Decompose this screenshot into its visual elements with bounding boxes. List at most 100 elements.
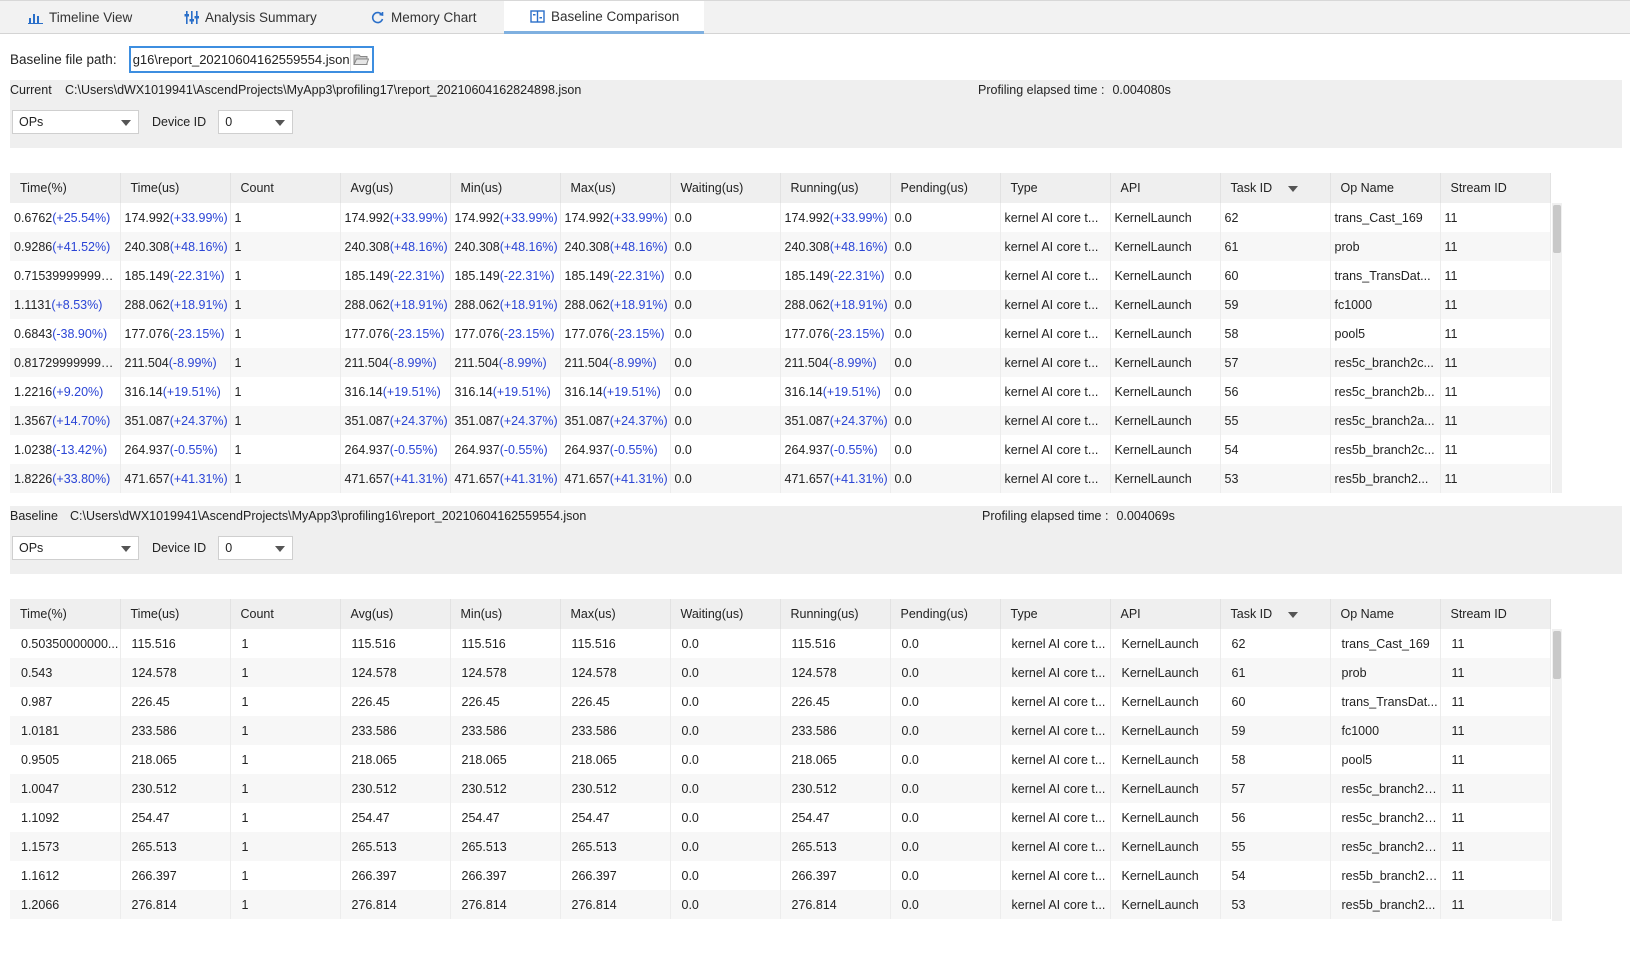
cell-value: kernel AI core t... (1004, 471, 1099, 486)
cell-value: 177.076 (454, 326, 500, 341)
baseline-path-line: Baseline C:\Users\dWX1019941\AscendProjec… (10, 506, 586, 526)
column-header-avg-us[interactable]: Avg(us) (340, 173, 451, 203)
cell-value: 61 (1224, 239, 1239, 254)
column-header-type[interactable]: Type (1000, 599, 1111, 629)
cell-value: 288.062 (124, 297, 170, 312)
column-header-task-id[interactable]: Task ID (1220, 599, 1331, 629)
column-header-stream-id[interactable]: Stream ID (1440, 599, 1551, 629)
table-row[interactable]: 1.2066 276.814 1 276.814 276.814 276.814 0.0 27… (10, 890, 1551, 919)
column-header-count[interactable]: Count (230, 173, 341, 203)
column-header-min-us[interactable]: Min(us) (450, 599, 561, 629)
table-row[interactable]: 0.9505 218.065 1 218.065 218.065 218.065 0.0 21… (10, 745, 1551, 774)
current-path-line: Current C:\Users\dWX1019941\AscendProject… (10, 80, 581, 100)
column-header-stream-id[interactable]: Stream ID (1440, 173, 1551, 203)
table-cell-min-us: 233.586 (450, 716, 561, 745)
column-header-label: Count (240, 607, 274, 621)
table-cell-time: 0.9505 (10, 745, 121, 774)
table-cell-op-name: pool5 (1330, 319, 1441, 348)
sort-descending-icon[interactable] (1288, 611, 1299, 618)
table-row[interactable]: 1.3567(+14.70%) 351.087(+24.37%) 1 351.087(… (10, 406, 1551, 435)
column-header-op-name[interactable]: Op Name (1330, 173, 1441, 203)
table-cell-running-us: 351.087(+24.37%) (780, 406, 891, 435)
cell-value: 0.6843 (14, 326, 53, 341)
table-row[interactable]: 0.987 226.45 1 226.45 226.45 226.45 0.0 226.45 0… (10, 687, 1551, 716)
table-cell-count: 1 (230, 774, 341, 803)
table-cell-waiting-us: 0.0 (670, 716, 781, 745)
column-header-type[interactable]: Type (1000, 173, 1111, 203)
table-row[interactable]: 1.0181 233.586 1 233.586 233.586 233.586 0.0 23… (10, 716, 1551, 745)
cell-delta: (+24.37%) (389, 413, 448, 428)
tab-timeline-view[interactable]: Timeline View (0, 1, 160, 34)
table-row[interactable]: 1.0238(-13.42%) 264.937(-0.55%) 1 264.937(-… (10, 435, 1551, 464)
column-header-pending-us[interactable]: Pending(us) (890, 173, 1001, 203)
table-row[interactable]: 0.6762(+25.54%) 174.992(+33.99%) 1 174.992(… (10, 203, 1551, 232)
baseline-filter-select[interactable]: OPs (12, 536, 139, 560)
table-row[interactable]: 0.7153999999999999(-22.31%)185.149(-22.3… (10, 261, 1551, 290)
table-cell-time-us: 316.14(+19.51%) (120, 377, 231, 406)
column-header-waiting-us[interactable]: Waiting(us) (670, 173, 781, 203)
table-cell-waiting-us: 0.0 (670, 290, 781, 319)
cell-value: 55 (1224, 413, 1239, 428)
baseline-device-select[interactable]: 0 (218, 536, 294, 560)
table-cell-stream-id: 11 (1440, 716, 1551, 745)
column-header-waiting-us[interactable]: Waiting(us) (670, 599, 781, 629)
table-cell-avg-us: 115.516 (340, 629, 451, 658)
cell-value: KernelLaunch (1114, 326, 1192, 341)
table-row[interactable]: 1.1131(+8.53%) 288.062(+18.91%) 1 288.062(+… (10, 290, 1551, 319)
column-header-api[interactable]: API (1110, 599, 1221, 629)
table-row[interactable]: 0.9286(+41.52%) 240.308(+48.16%) 1 240.308(… (10, 232, 1551, 261)
table-cell-type: kernel AI core t... (1000, 203, 1111, 232)
table-row[interactable]: 1.1573 265.513 1 265.513 265.513 265.513 0.0 26… (10, 832, 1551, 861)
table-cell-max-us: 218.065 (560, 745, 671, 774)
cell-value: kernel AI core t... (1004, 413, 1099, 428)
table-row[interactable]: 0.6843(-38.90%) 177.076(-23.15%) 1 177.076(… (10, 319, 1551, 348)
table-row[interactable]: 1.2216(+9.20%) 316.14(+19.51%) 1 316.14(+19… (10, 377, 1551, 406)
column-header-running-us[interactable]: Running(us) (780, 599, 891, 629)
column-header-max-us[interactable]: Max(us) (560, 599, 671, 629)
tab-memory-chart[interactable]: Memory Chart (360, 1, 504, 34)
baseline-scrollbar[interactable] (1552, 629, 1562, 921)
column-header-min-us[interactable]: Min(us) (450, 173, 561, 203)
column-header-time[interactable]: Time(%) (10, 599, 121, 629)
column-header-op-name[interactable]: Op Name (1330, 599, 1441, 629)
tab-baseline-comparison[interactable]: Baseline Comparison (504, 1, 704, 34)
table-row[interactable]: 0.8172999999999999(-8.99%)211.504(-8.99%… (10, 348, 1551, 377)
current-scrollbar[interactable] (1552, 203, 1562, 493)
column-header-running-us[interactable]: Running(us) (780, 173, 891, 203)
column-header-count[interactable]: Count (230, 599, 341, 629)
column-header-pending-us[interactable]: Pending(us) (890, 599, 1001, 629)
cell-delta: (+41.31%) (829, 471, 888, 486)
table-row[interactable]: 1.1092 254.47 1 254.47 254.47 254.47 0.0 254.47… (10, 803, 1551, 832)
column-header-time-us[interactable]: Time(us) (120, 173, 231, 203)
column-header-task-id[interactable]: Task ID (1220, 173, 1331, 203)
table-row[interactable]: 1.1612 266.397 1 266.397 266.397 266.397 0.0 26… (10, 861, 1551, 890)
tab-analysis-summary[interactable]: Analysis Summary (160, 1, 360, 34)
table-cell-api: KernelLaunch (1110, 464, 1221, 493)
table-row[interactable]: 1.8226(+33.80%) 471.657(+41.31%) 1 471.657(… (10, 464, 1551, 493)
cell-value: 288.062 (344, 297, 390, 312)
column-header-time[interactable]: Time(%) (10, 173, 121, 203)
table-cell-pending-us: 0.0 (890, 745, 1001, 774)
table-row[interactable]: 1.0047 230.512 1 230.512 230.512 230.512 0.0 23… (10, 774, 1551, 803)
table-cell-count: 1 (230, 745, 341, 774)
table-cell-running-us: 276.814 (780, 890, 891, 919)
column-header-max-us[interactable]: Max(us) (560, 173, 671, 203)
current-device-select[interactable]: 0 (218, 110, 294, 134)
table-cell-avg-us: 174.992(+33.99%) (340, 203, 451, 232)
table-row[interactable]: 0.50350000000... 115.516 1 115.516 115.516 11… (10, 629, 1551, 658)
cell-delta: (+18.91%) (829, 297, 888, 312)
baseline-path-input[interactable]: C:\Users\dWX1019941\AscendProjects\MyApp… (128, 45, 374, 73)
table-cell-avg-us: 471.657(+41.31%) (340, 464, 451, 493)
current-filter-select[interactable]: OPs (12, 110, 139, 134)
column-header-time-us[interactable]: Time(us) (120, 599, 231, 629)
table-cell-pending-us: 0.0 (890, 716, 1001, 745)
baseline-path: C:\Users\dWX1019941\AscendProjects\MyApp… (70, 509, 587, 523)
cell-value: 0.0 (674, 297, 692, 312)
table-row[interactable]: 0.543 124.578 1 124.578 124.578 124.578 0.0 124… (10, 658, 1551, 687)
column-header-avg-us[interactable]: Avg(us) (340, 599, 451, 629)
sort-descending-icon[interactable] (1288, 185, 1299, 192)
scrollbar-thumb[interactable] (1553, 631, 1561, 679)
folder-open-icon[interactable] (349, 47, 372, 71)
scrollbar-thumb[interactable] (1553, 205, 1561, 253)
column-header-api[interactable]: API (1110, 173, 1221, 203)
